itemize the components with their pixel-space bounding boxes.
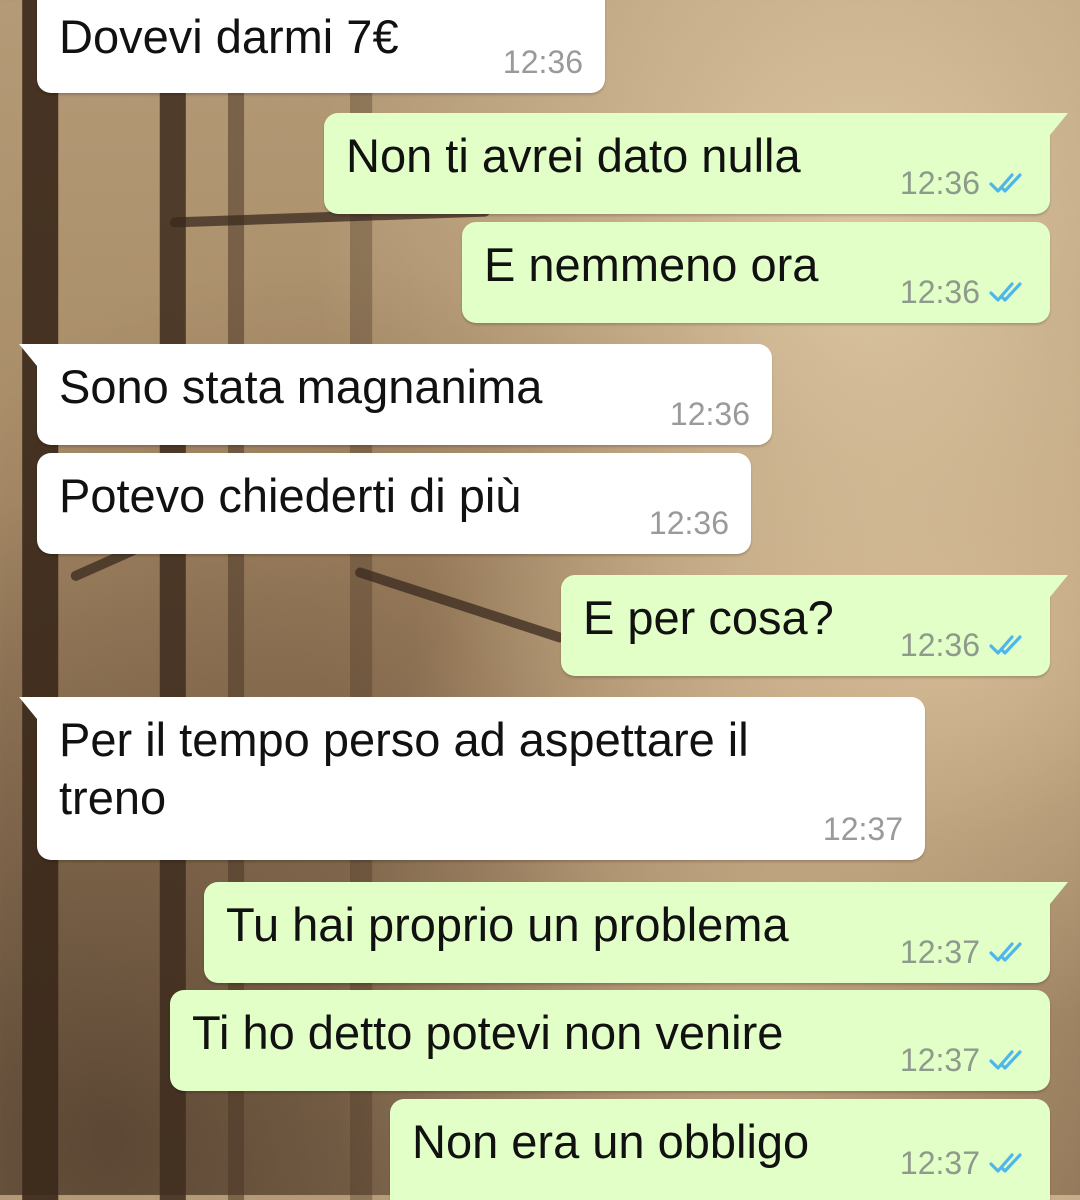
message-timestamp: 12:36 xyxy=(899,165,980,201)
message-meta: 12:37 xyxy=(823,812,903,846)
message-meta: 12:37 xyxy=(900,1043,1028,1077)
message-bubble-outgoing[interactable]: E per cosa? 12:36 xyxy=(561,575,1068,676)
message-timestamp: 12:37 xyxy=(899,1145,980,1181)
double-check-icon xyxy=(989,173,1022,193)
message-bubble-outgoing[interactable]: Tu hai proprio un problema 12:37 xyxy=(204,882,1068,983)
double-check-icon xyxy=(989,282,1022,302)
message-bubble-incoming[interactable]: Potevo chiederti di più 12:36 xyxy=(37,453,751,554)
message-meta: 12:36 xyxy=(503,45,583,79)
double-check-icon xyxy=(989,942,1022,962)
message-timestamp: 12:37 xyxy=(822,811,903,847)
message-bubble-incoming[interactable]: Dovevi darmi 7€ 12:36 xyxy=(37,0,605,93)
message-timestamp: 12:36 xyxy=(899,627,980,663)
message-timestamp: 12:36 xyxy=(502,44,583,80)
message-text: Sono stata magnanima xyxy=(59,360,543,413)
double-check-icon xyxy=(989,1153,1022,1173)
message-meta: 12:36 xyxy=(900,628,1028,662)
chat-conversation[interactable]: Dovevi darmi 7€ 12:36 Non ti avrei dato … xyxy=(0,0,1080,1200)
message-timestamp: 12:36 xyxy=(648,505,729,541)
message-timestamp: 12:37 xyxy=(899,934,980,970)
message-timestamp: 12:36 xyxy=(669,396,750,432)
message-bubble-outgoing[interactable]: Non era un obbligo 12:37 xyxy=(390,1099,1050,1200)
message-meta: 12:36 xyxy=(670,397,750,431)
message-meta: 12:36 xyxy=(649,506,729,540)
message-bubble-outgoing[interactable]: Ti ho detto potevi non venire 12:37 xyxy=(170,990,1050,1091)
message-meta: 12:36 xyxy=(900,166,1028,200)
message-bubble-outgoing[interactable]: E nemmeno ora 12:36 xyxy=(462,222,1050,323)
double-check-icon xyxy=(989,635,1022,655)
message-meta: 12:37 xyxy=(900,1146,1028,1180)
message-meta: 12:36 xyxy=(900,275,1028,309)
message-meta: 12:37 xyxy=(900,935,1028,969)
message-bubble-outgoing[interactable]: Non ti avrei dato nulla 12:36 xyxy=(324,113,1068,214)
message-timestamp: 12:36 xyxy=(899,274,980,310)
double-check-icon xyxy=(989,1050,1022,1070)
message-bubble-incoming[interactable]: Per il tempo perso ad aspettare il treno… xyxy=(19,697,925,860)
message-timestamp: 12:37 xyxy=(899,1042,980,1078)
message-text: Potevo chiederti di più xyxy=(59,469,522,522)
message-text: Per il tempo perso ad aspettare il treno xyxy=(59,713,749,824)
message-bubble-incoming[interactable]: Sono stata magnanima 12:36 xyxy=(19,344,772,445)
